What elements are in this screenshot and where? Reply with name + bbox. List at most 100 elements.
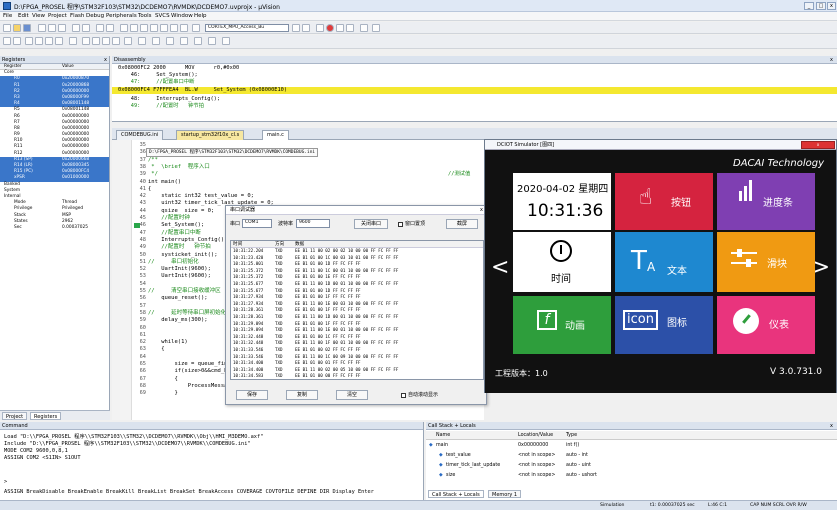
serial-log-row[interactable]: 10:31:32.448 TXD EE B1 11 00 1F 00 01 10 0… — [231, 340, 483, 347]
disasm-line[interactable]: 46: Set_System(); — [118, 72, 198, 79]
step-over-icon[interactable] — [35, 37, 43, 45]
disasm-line[interactable]: 49: //配置时 钟节拍 — [118, 103, 204, 110]
close-icon[interactable]: x — [830, 422, 833, 430]
code-line[interactable]: queue_reset(); — [148, 295, 207, 302]
serial-log-row[interactable]: 10:31:25.001 TXD EE B1 01 00 1D FF FC FF F… — [231, 261, 483, 268]
tile-animation[interactable]: f 动画 — [513, 296, 611, 354]
code-line[interactable]: { — [148, 376, 177, 383]
toolbox-icon[interactable] — [222, 37, 230, 45]
tab-registers[interactable]: Registers — [30, 412, 62, 420]
serial-log-row[interactable]: 10:31:32.448 TXD EE B1 01 00 1C FF FC FF F… — [231, 334, 483, 341]
tab-memory[interactable]: Memory 1 — [488, 490, 522, 498]
code-line[interactable]: qsize size = 0; — [148, 208, 214, 215]
menu-window[interactable]: Window — [171, 13, 193, 19]
bookmark-icon[interactable] — [120, 24, 128, 32]
copy-icon[interactable] — [48, 24, 56, 32]
menu-edit[interactable]: Edit — [18, 13, 29, 19]
simulator-close-button[interactable]: x — [801, 141, 835, 149]
save-icon[interactable] — [23, 24, 31, 32]
config-icon[interactable] — [372, 24, 380, 32]
outdent-icon[interactable] — [160, 24, 168, 32]
serial-log-row[interactable]: 10:31:29.094 TXD EE B1 11 00 1E 00 01 10 0… — [231, 327, 483, 334]
serial-log-row[interactable]: 10:31:22.204 TXD EE B1 11 00 02 00 02 10 0… — [231, 248, 483, 255]
code-line[interactable]: */ — [148, 171, 158, 178]
serial-log-row[interactable]: 10:31:25.677 TXD EE B1 11 00 1D 00 01 10 0… — [231, 281, 483, 288]
find-in-files-icon[interactable] — [292, 24, 300, 32]
new-file-icon[interactable] — [3, 24, 11, 32]
menu-peripherals[interactable]: Peripherals — [106, 13, 137, 19]
code-line[interactable]: UartInit(9600); — [148, 273, 211, 280]
serial-window-icon[interactable] — [166, 37, 174, 45]
code-line[interactable]: UartInit(9600); — [148, 266, 211, 273]
call-stack-row[interactable]: ◆ size <not in scope> auto - ushort — [426, 471, 837, 480]
close-icon[interactable]: x — [104, 56, 107, 64]
code-line[interactable]: Set_System(); — [148, 222, 204, 229]
disable-breakpoint-icon[interactable] — [336, 24, 344, 32]
close-icon[interactable]: x — [480, 206, 483, 215]
call-stack-row[interactable]: ◆ main 0x00000000 int f() — [426, 441, 837, 450]
reset-icon[interactable] — [3, 37, 11, 45]
close-port-button[interactable]: 关闭串口 — [354, 219, 388, 229]
serial-log-row[interactable]: 10:31:23.420 TXD EE B1 01 00 1C 00 03 10 0… — [231, 255, 483, 262]
menu-flash[interactable]: Flash — [70, 13, 84, 19]
analysis-icon[interactable] — [180, 37, 188, 45]
code-line[interactable]: static int32 test_value = 0; — [148, 193, 254, 200]
serial-log-row[interactable]: 10:31:27.934 TXD EE B1 01 00 1F FF FC FF F… — [231, 294, 483, 301]
breakpoint-icon[interactable] — [326, 24, 334, 32]
bookmark-next-icon[interactable] — [140, 24, 148, 32]
kill-breakpoints-icon[interactable] — [346, 24, 354, 32]
forward-icon[interactable] — [106, 24, 114, 32]
redo-icon[interactable] — [82, 24, 90, 32]
copy-button[interactable]: 复制 — [286, 390, 318, 400]
serial-log-row[interactable]: 10:31:27.934 TXD EE B1 11 00 1E 00 03 10 0… — [231, 301, 483, 308]
tile-progress[interactable]: 进度条 — [717, 173, 815, 230]
code-line[interactable]: // 清空串口接收缓冲区 — [148, 288, 221, 295]
menu-project[interactable]: Project — [48, 13, 67, 19]
window-layout-icon[interactable] — [360, 24, 368, 32]
code-line[interactable]: { — [148, 186, 151, 193]
code-line[interactable]: // 串口初始化 — [148, 259, 199, 266]
indent-icon[interactable] — [150, 24, 158, 32]
call-stack-row[interactable]: ◆ test_value <not in scope> auto - int — [426, 451, 837, 460]
comment-icon[interactable] — [170, 24, 178, 32]
close-button[interactable]: x — [827, 2, 836, 10]
code-line[interactable]: //配置时 钟节拍 — [148, 244, 211, 251]
serial-log-row[interactable]: 10:31:34.583 TXD EE B1 01 00 00 FF FC FF F… — [231, 373, 483, 379]
window-top-checkbox[interactable] — [398, 222, 403, 227]
code-line[interactable]: systicket_init(); — [148, 252, 217, 259]
call-stack-row[interactable]: ◆ timer_tick_last_update <not in scope> aut… — [426, 461, 837, 470]
save-button[interactable]: 保存 — [236, 390, 268, 400]
trace-icon[interactable] — [194, 37, 202, 45]
port-select[interactable]: COM1 — [242, 219, 272, 228]
disasm-line[interactable]: 47: //配置串口中断 — [118, 79, 195, 86]
tab-call-stack[interactable]: Call Stack + Locals — [428, 490, 484, 498]
tile-datetime[interactable]: 2020-04-02 星期四 10:31:36 — [513, 173, 611, 230]
serial-log-row[interactable]: 10:31:25.372 TXD EE B1 01 00 1E FF FC FF F… — [231, 274, 483, 281]
step-out-icon[interactable] — [45, 37, 53, 45]
watch-icon[interactable] — [138, 37, 146, 45]
code-line[interactable]: //配置时钟 — [148, 215, 190, 222]
memory-icon[interactable] — [152, 37, 160, 45]
auto-scroll-checkbox[interactable] — [401, 393, 406, 398]
disasm-line[interactable]: 0x08000FC2 2000 MOV r0,#0x00 — [118, 65, 239, 72]
disasm-current-line[interactable]: 0x08000FC4 F7FFFEA4 BL.W Set_System (0x0… — [112, 87, 837, 94]
tab-main-c[interactable]: main.c — [262, 130, 289, 140]
code-line[interactable]: * \brief 程序入口 — [148, 164, 209, 171]
undo-icon[interactable] — [72, 24, 80, 32]
nav-left-arrow[interactable]: < — [491, 255, 509, 280]
system-viewer-icon[interactable] — [208, 37, 216, 45]
code-line[interactable]: } — [148, 390, 177, 397]
serial-log-row[interactable]: 10:31:33.546 TXD EE B1 01 00 02 FF FC FF F… — [231, 347, 483, 354]
serial-log-row[interactable]: 10:31:28.361 TXD EE B1 01 00 1F FF FC FF F… — [231, 307, 483, 314]
baud-select[interactable]: 9600 — [296, 219, 330, 228]
register-row[interactable]: Sec 0.00037025 — [0, 225, 109, 231]
disassembly-window-icon[interactable] — [92, 37, 100, 45]
code-line[interactable]: //配置串口中断 — [148, 230, 201, 237]
code-line[interactable]: int main() — [148, 179, 181, 186]
disasm-line[interactable]: 48: Interrupts_Config(); — [118, 96, 220, 103]
command-prompt[interactable]: > — [4, 479, 7, 486]
minimize-button[interactable]: _ — [804, 2, 814, 10]
menu-view[interactable]: View — [32, 13, 45, 19]
menu-tools[interactable]: Tools — [138, 13, 152, 19]
serial-log-row[interactable]: 10:31:33.546 TXD EE B1 11 00 1C 00 09 10 0… — [231, 354, 483, 361]
